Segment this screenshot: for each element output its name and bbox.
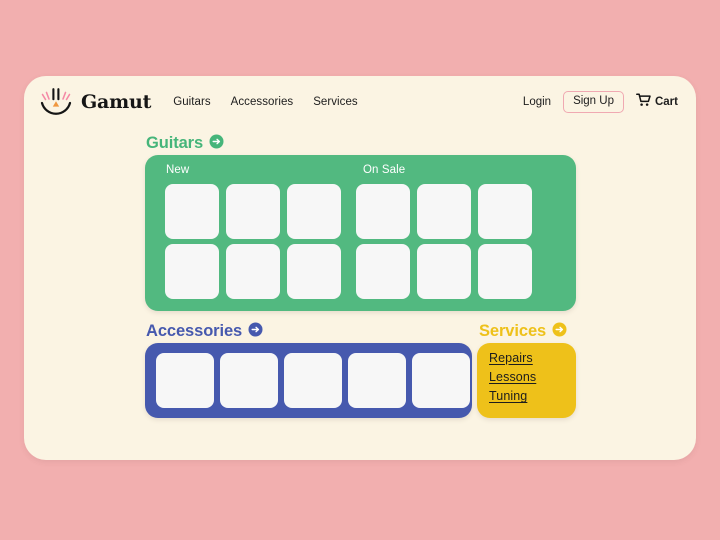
nav-item-guitars[interactable]: Guitars (173, 96, 210, 108)
sign-up-button[interactable]: Sign Up (563, 90, 624, 114)
accessory-tile[interactable] (348, 353, 406, 408)
brand-name: Gamut (81, 90, 152, 113)
login-link[interactable]: Login (523, 96, 551, 108)
group-label-new: New (166, 164, 190, 176)
guitar-tile[interactable] (478, 184, 532, 239)
guitar-tile[interactable] (417, 244, 471, 299)
arrow-right-circle-icon[interactable] (552, 322, 567, 341)
service-link-repairs[interactable]: Repairs (489, 351, 533, 365)
accessories-panel (145, 343, 472, 418)
guitar-tile[interactable] (165, 184, 219, 239)
arrow-right-circle-icon[interactable] (248, 322, 263, 341)
brand[interactable]: Gamut (38, 86, 151, 118)
group-label-on-sale: On Sale (363, 164, 406, 176)
accessories-section-heading[interactable]: Accessories (146, 322, 263, 341)
guitar-tile[interactable] (356, 244, 410, 299)
accessory-tile[interactable] (220, 353, 278, 408)
cart-label: Cart (654, 96, 678, 108)
arrow-right-circle-icon[interactable] (209, 134, 224, 153)
accessory-tile[interactable] (156, 353, 214, 408)
services-title: Services (479, 322, 547, 340)
accessory-tile[interactable] (412, 353, 470, 408)
guitar-tile[interactable] (226, 244, 280, 299)
guitars-title: Guitars (146, 134, 204, 152)
site-card: Gamut Guitars Accessories Services Login… (24, 76, 696, 460)
services-section-heading[interactable]: Services (479, 322, 567, 341)
guitar-group-new (165, 184, 341, 299)
guitar-group-on-sale (356, 184, 532, 299)
service-link-lessons[interactable]: Lessons (489, 370, 536, 384)
accessory-tile[interactable] (284, 353, 342, 408)
guitar-tile[interactable] (417, 184, 471, 239)
service-link-tuning[interactable]: Tuning (489, 390, 527, 403)
header-actions: Login Sign Up Cart (523, 90, 678, 114)
guitar-tile[interactable] (478, 244, 532, 299)
nav-item-accessories[interactable]: Accessories (231, 96, 294, 108)
accessories-title: Accessories (146, 322, 243, 340)
guitar-tile[interactable] (165, 244, 219, 299)
nav-item-services[interactable]: Services (313, 96, 358, 108)
guitar-tile[interactable] (287, 244, 341, 299)
gamut-smile-logo-icon (38, 86, 74, 118)
main-nav: Guitars Accessories Services (173, 96, 357, 108)
guitar-tile[interactable] (226, 184, 280, 239)
cart-button[interactable]: Cart (636, 92, 678, 112)
guitar-tile[interactable] (287, 184, 341, 239)
guitars-panel: New On Sale (145, 155, 576, 311)
services-panel: Repairs Lessons Tuning (477, 343, 576, 418)
site-header: Gamut Guitars Accessories Services Login… (24, 76, 696, 128)
shopping-cart-icon (636, 92, 651, 112)
guitars-grid (165, 184, 532, 299)
guitar-tile[interactable] (356, 184, 410, 239)
guitars-section-heading[interactable]: Guitars (146, 134, 224, 153)
